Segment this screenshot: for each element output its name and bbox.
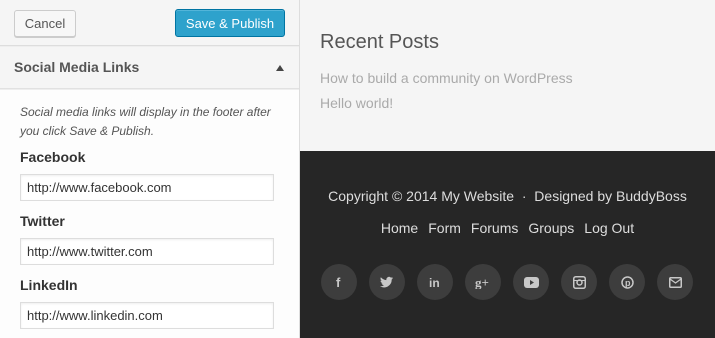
google-plus-icon[interactable]: g+ (465, 264, 501, 300)
section-title: Social Media Links (14, 59, 140, 75)
facebook-label: Facebook (20, 149, 86, 165)
recent-posts-widget: Recent Posts How to build a community on… (300, 0, 715, 151)
cancel-button[interactable]: Cancel (14, 10, 76, 37)
post-link[interactable]: How to build a community on WordPress (320, 70, 573, 86)
section-body: Social media links will display in the f… (0, 90, 299, 338)
footer-nav-home[interactable]: Home (381, 220, 418, 236)
site-footer: Copyright © 2014 My Website · Designed b… (300, 151, 715, 338)
widget-title: Recent Posts (320, 31, 439, 53)
section-description: Social media links will display in the f… (20, 105, 271, 138)
customizer-header: Cancel Save & Publish (0, 0, 299, 46)
linkedin-label: LinkedIn (20, 277, 78, 293)
linkedin-icon[interactable]: in (417, 264, 453, 300)
footer-nav-form[interactable]: Form (428, 220, 461, 236)
pinterest-icon[interactable]: p (609, 264, 645, 300)
svg-text:p: p (625, 278, 631, 288)
svg-text:in: in (429, 276, 440, 289)
post-link[interactable]: Hello world! (320, 95, 393, 111)
footer-nav-log-out[interactable]: Log Out (584, 220, 634, 236)
facebook-icon[interactable]: f (321, 264, 357, 300)
social-icons: f in g+ p (321, 264, 693, 300)
youtube-icon[interactable] (513, 264, 549, 300)
customizer-sidebar: Cancel Save & Publish Social Media Links… (0, 0, 300, 338)
twitter-label: Twitter (20, 213, 65, 229)
facebook-url-input[interactable] (20, 174, 274, 201)
save-publish-button[interactable]: Save & Publish (175, 9, 285, 37)
svg-text:g+: g+ (475, 275, 489, 289)
linkedin-url-input[interactable] (20, 302, 274, 329)
footer-nav-groups[interactable]: Groups (528, 220, 574, 236)
email-icon[interactable] (657, 264, 693, 300)
site-preview: Recent Posts How to build a community on… (300, 0, 715, 338)
section-header-social-media-links[interactable]: Social Media Links (0, 47, 299, 89)
twitter-icon[interactable] (369, 264, 405, 300)
collapse-arrow-icon[interactable] (276, 65, 284, 71)
footer-nav-forums[interactable]: Forums (471, 220, 518, 236)
twitter-url-input[interactable] (20, 238, 274, 265)
svg-text:f: f (336, 275, 341, 289)
copyright-text: Copyright © 2014 My Website · Designed b… (328, 188, 687, 204)
footer-nav: Home Form Forums Groups Log Out (300, 220, 715, 236)
instagram-icon[interactable] (561, 264, 597, 300)
